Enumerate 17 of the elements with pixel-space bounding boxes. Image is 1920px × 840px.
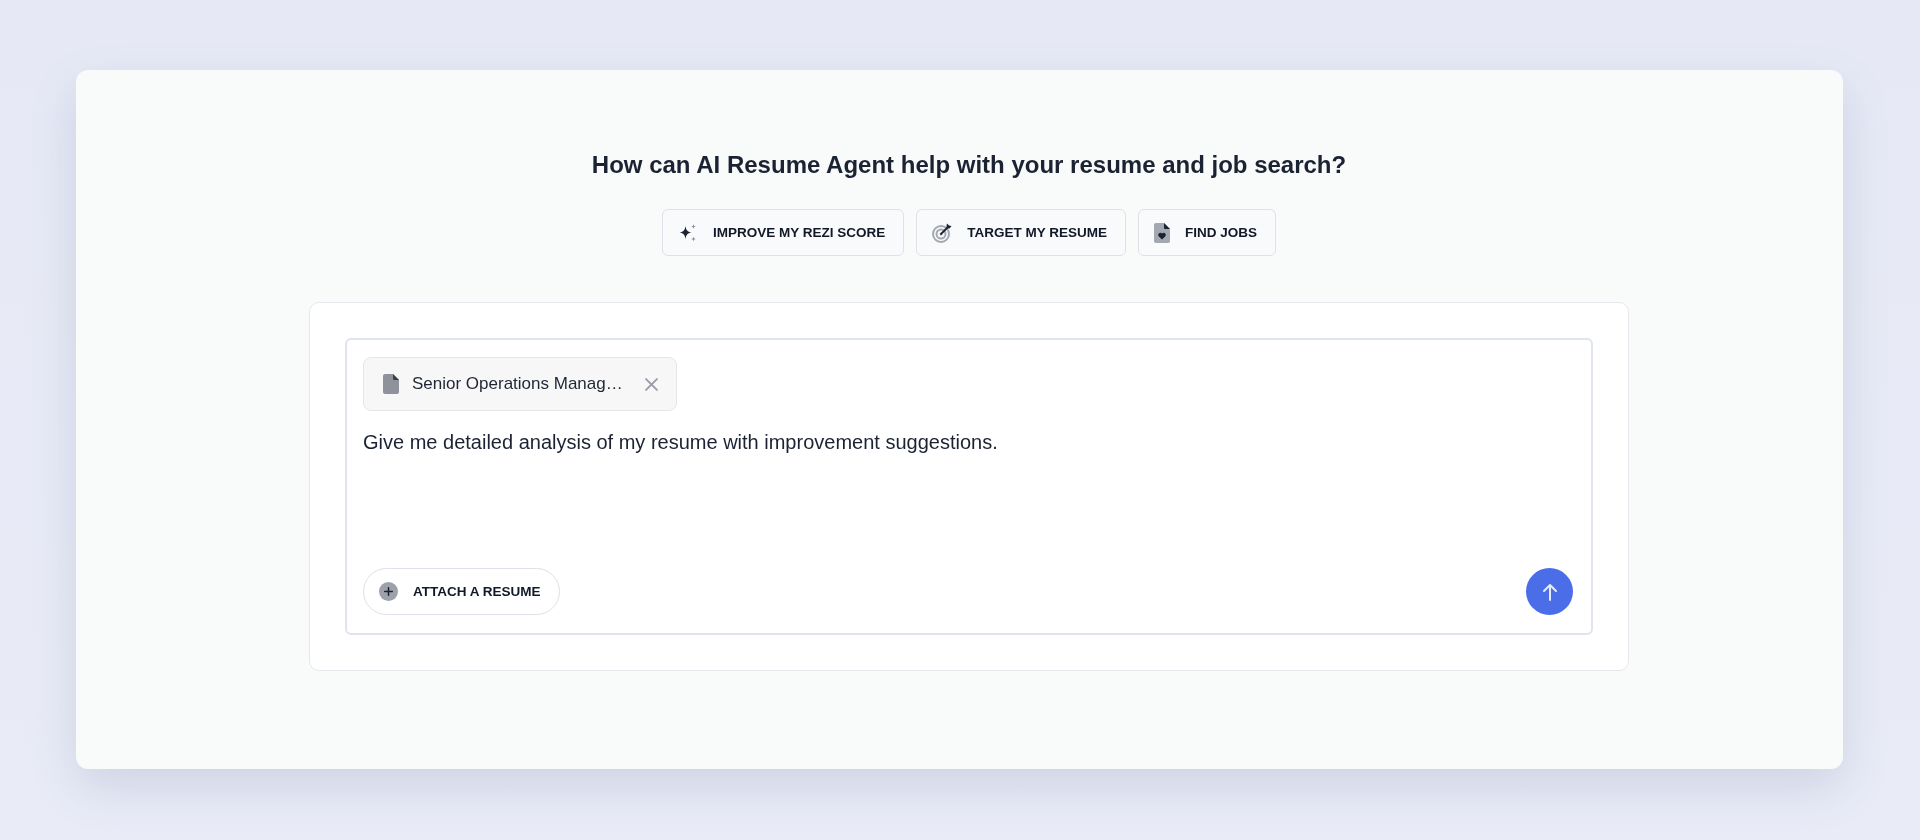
target-icon xyxy=(932,222,953,243)
page-heading: How can AI Resume Agent help with your resume and job search? xyxy=(591,150,1347,180)
arrow-up-icon xyxy=(1541,582,1558,601)
quick-action-button[interactable]: IMPROVE MY REZI SCORE xyxy=(661,209,905,256)
quick-action-button[interactable]: TARGET MY RESUME xyxy=(916,209,1126,256)
plus-icon xyxy=(379,582,398,601)
remove-attachment-button[interactable] xyxy=(644,377,658,391)
attachment-name: Senior Operations Manag… xyxy=(412,374,623,394)
send-button[interactable] xyxy=(1526,568,1573,615)
sparkles-icon xyxy=(677,222,698,243)
attach-resume-button[interactable]: ATTACH A RESUME xyxy=(363,568,560,615)
close-icon xyxy=(644,377,658,391)
document-heart-icon xyxy=(1154,222,1170,243)
quick-action-button[interactable]: FIND JOBS xyxy=(1138,209,1277,256)
message-text: Give me detailed analysis of my resume with improvement suggestions. xyxy=(363,431,998,453)
file-icon xyxy=(383,374,399,394)
message-input-box[interactable]: Senior Operations Manag… Give me detailed analysis of my resume with improvement suggestions. ATTACH A RESUME xyxy=(345,338,1593,635)
